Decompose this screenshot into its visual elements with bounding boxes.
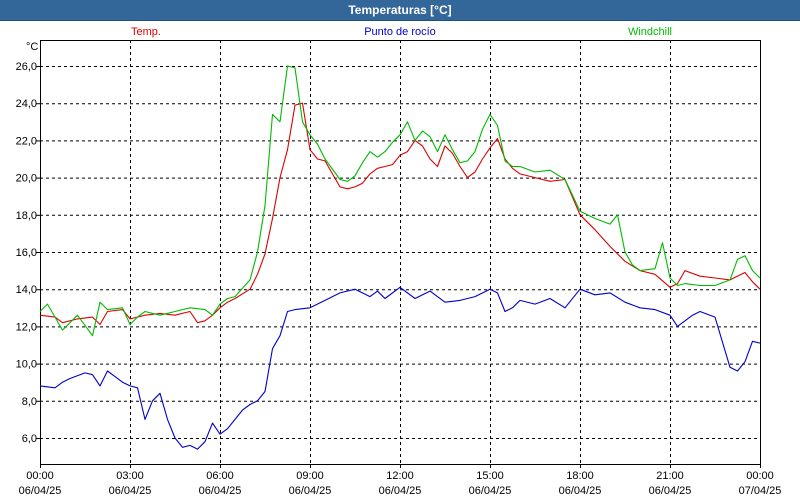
y-tick-label: 12,0	[16, 321, 37, 333]
x-tick-time: 12:00	[386, 470, 414, 482]
legend-item: Temp.	[131, 26, 161, 38]
y-tick-label: 22,0	[16, 135, 37, 147]
x-tick-time: 00:00	[26, 470, 54, 482]
x-tick-time: 15:00	[476, 470, 504, 482]
x-tick-time: 03:00	[116, 470, 144, 482]
y-tick-label: 24,0	[16, 98, 37, 110]
y-tick-label: 18,0	[16, 210, 37, 222]
y-tick-label: 6,0	[22, 433, 37, 445]
x-tick-date: 06/04/25	[559, 485, 602, 497]
x-tick-time: 09:00	[296, 470, 324, 482]
y-tick-label: 14,0	[16, 284, 37, 296]
y-tick-label: 26,0	[16, 61, 37, 73]
x-tick-date: 06/04/25	[109, 485, 152, 497]
x-tick-time: 06:00	[206, 470, 234, 482]
x-tick-time: 00:00	[746, 470, 774, 482]
y-tick-label: 20,0	[16, 173, 37, 185]
y-tick-label: 10,0	[16, 359, 37, 371]
x-tick-date: 06/04/25	[289, 485, 332, 497]
x-tick-date: 06/04/25	[469, 485, 512, 497]
x-tick-date: 06/04/25	[199, 485, 242, 497]
chart-title: Temperaturas [°C]	[0, 0, 800, 21]
x-tick-date: 07/04/25	[739, 485, 782, 497]
x-tick-time: 18:00	[566, 470, 594, 482]
legend-item: Windchill	[628, 26, 672, 38]
legend-item: Punto de rocío	[364, 26, 436, 38]
x-tick-date: 06/04/25	[649, 485, 692, 497]
x-tick-date: 06/04/25	[379, 485, 422, 497]
y-tick-label: 8,0	[22, 396, 37, 408]
x-tick-time: 21:00	[656, 470, 684, 482]
y-axis-label: °C	[26, 41, 38, 53]
temperature-chart: 6,0 8,0 10,0 12,0 14,0 16,0 18,0 20,0 22,0 24,0 26…	[16, 26, 782, 497]
y-tick-label: 16,0	[16, 247, 37, 259]
x-tick-date: 06/04/25	[19, 485, 62, 497]
